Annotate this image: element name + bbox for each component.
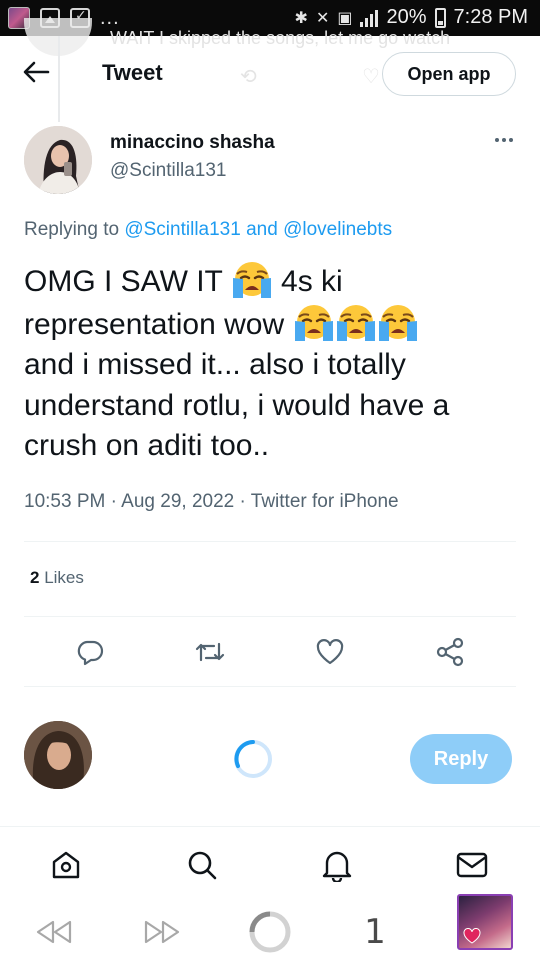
tweet-line-2: representation wow <box>24 303 524 346</box>
share-action-button[interactable] <box>432 634 468 670</box>
page-title: Tweet <box>102 60 163 85</box>
back-button[interactable] <box>22 60 50 84</box>
mention-link-1[interactable]: @Scintilla131 <box>124 219 240 240</box>
search-icon <box>188 851 217 880</box>
nav-search[interactable] <box>184 847 220 883</box>
share-icon <box>436 637 464 667</box>
tweet-meta: 10:53 PM · Aug 29, 2022 · Twitter for iP… <box>24 491 399 513</box>
retweet-action-button[interactable] <box>192 634 228 670</box>
fast-forward-icon <box>144 920 180 944</box>
reload-icon <box>249 911 291 953</box>
my-avatar[interactable] <box>24 721 92 789</box>
crying-face-icon <box>231 260 273 298</box>
tweet-line-2-text: representation wow <box>24 307 285 341</box>
author-name[interactable]: minaccino shasha <box>110 132 275 154</box>
author-avatar[interactable] <box>24 126 92 194</box>
home-icon <box>52 851 80 879</box>
reply-action-button[interactable] <box>72 634 108 670</box>
data-saver-icon: ▣ <box>337 8 353 27</box>
nav-messages[interactable] <box>454 847 490 883</box>
browser-toolbar: 1 <box>0 894 540 960</box>
signal-icon <box>360 9 379 27</box>
author-handle[interactable]: @Scintilla131 <box>110 160 226 182</box>
tweet-line-3: and i missed it... also i totally <box>24 348 406 381</box>
mention-link-2[interactable]: @lovelinebts <box>283 219 392 240</box>
battery-icon <box>434 7 446 28</box>
tweet-date[interactable]: Aug 29, 2022 <box>121 491 234 512</box>
tab-thumbnail <box>457 894 513 950</box>
more-notifications-icon: ... <box>100 7 120 29</box>
tweet-time[interactable]: 10:53 PM <box>24 491 105 512</box>
replying-prefix: Replying to <box>24 219 120 240</box>
open-app-button[interactable]: Open app <box>382 52 516 96</box>
mute-icon: ✕ <box>315 8 330 27</box>
tweet-text: OMG I SAW IT 4s ki representation wow an… <box>24 260 524 467</box>
header: Tweet ⟲ ♡ Open app <box>0 36 540 112</box>
messages-icon <box>456 852 488 878</box>
likes-label: Likes <box>44 568 84 587</box>
crying-face-icon <box>293 303 335 341</box>
divider <box>24 686 516 687</box>
mention-joiner[interactable]: and <box>246 219 278 240</box>
like-action-button[interactable] <box>312 634 348 670</box>
crying-face-icon <box>377 303 419 341</box>
back-arrow-icon <box>23 61 50 83</box>
heart-icon <box>463 928 481 944</box>
rewind-icon <box>36 920 72 944</box>
retweet-icon <box>195 642 225 662</box>
faded-retweet-icon: ⟲ <box>240 64 257 88</box>
divider <box>24 541 516 542</box>
tweet-line-5: crush on aditi too.. <box>24 429 270 462</box>
browser-back-button[interactable] <box>34 912 74 952</box>
tweet-line-1-text: OMG I SAW IT <box>24 265 223 298</box>
replying-to: Replying to @Scintilla131 and @lovelineb… <box>24 219 392 241</box>
nav-notifications[interactable] <box>319 847 355 883</box>
my-photo <box>24 721 92 789</box>
tweet-line-1: OMG I SAW IT 4s ki <box>24 260 524 303</box>
crying-face-icon <box>335 303 377 341</box>
like-icon <box>316 639 344 665</box>
reply-icon <box>77 640 104 666</box>
likes-number: 2 <box>30 568 40 587</box>
notifications-icon <box>322 851 352 882</box>
faded-like-icon: ♡ <box>362 64 380 88</box>
tweet-line-4: understand rotlu, i would have a <box>24 388 450 422</box>
divider <box>24 616 516 617</box>
likes-count[interactable]: 2 Likes <box>30 568 84 588</box>
tweet-source[interactable]: Twitter for iPhone <box>251 491 399 512</box>
tab-switcher[interactable] <box>456 894 514 950</box>
battery-percent: 20% <box>386 6 427 28</box>
meta-separator: · <box>110 491 117 512</box>
nav-home[interactable] <box>48 847 84 883</box>
browser-forward-button[interactable] <box>142 912 182 952</box>
meta-separator: · <box>239 491 246 512</box>
status-indicators: ✱ ✕ ▣ 20% 7:28 PM <box>295 6 528 29</box>
tweet-line-1-tail: 4s ki <box>281 265 343 298</box>
reply-button[interactable]: Reply <box>410 734 512 784</box>
author-photo <box>24 126 92 194</box>
browser-reload-button[interactable] <box>246 911 294 953</box>
clock: 7:28 PM <box>453 6 528 28</box>
tab-count[interactable]: 1 <box>360 912 390 952</box>
more-options-button[interactable] <box>490 130 518 150</box>
loading-spinner-icon <box>234 740 272 778</box>
bluetooth-icon: ✱ <box>294 8 308 27</box>
bottom-nav <box>0 826 540 902</box>
